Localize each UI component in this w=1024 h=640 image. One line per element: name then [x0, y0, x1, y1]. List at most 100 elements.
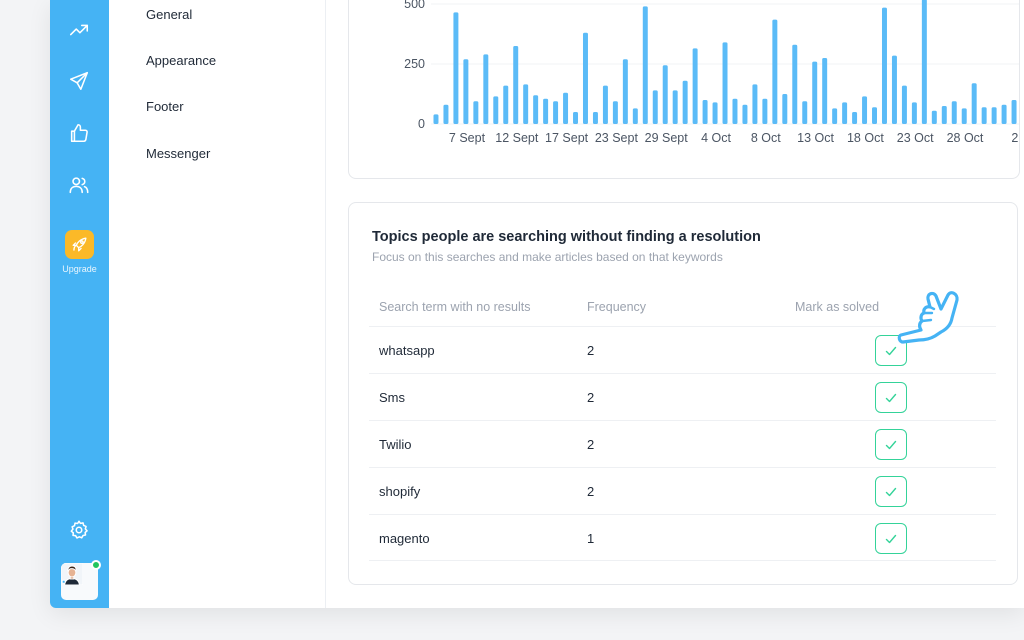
- menu-item-messenger[interactable]: Messenger: [146, 146, 210, 161]
- chart-bar: [453, 12, 459, 124]
- chart-bar: [483, 54, 489, 124]
- mark-solved-checkbox[interactable]: [875, 523, 907, 554]
- menu-item-appearance[interactable]: Appearance: [146, 53, 216, 68]
- search-term: Sms: [379, 390, 405, 405]
- frequency-value: 1: [587, 531, 595, 546]
- chart-bar: [463, 59, 469, 124]
- chart-bar: [503, 85, 509, 124]
- chart-bar: [722, 42, 728, 124]
- menu-item-general[interactable]: General: [146, 7, 192, 22]
- chart-bar: [881, 7, 887, 125]
- chart-bar: [782, 94, 788, 124]
- chart-x-tick-label: 23 Sept: [595, 131, 639, 145]
- chart-bar: [712, 102, 718, 124]
- chart-bar: [891, 55, 897, 124]
- chart-bar: [802, 101, 808, 124]
- chart-bar: [662, 65, 668, 124]
- searches-chart-card: 0 250 500 7 Sept 12 Sept 17 Sept 23 Sept 29 Sep…: [348, 0, 1020, 179]
- chart-bar: [1001, 104, 1007, 124]
- chart-bar: [752, 84, 758, 124]
- topics-card: Topics people are searching without find…: [348, 202, 1018, 585]
- chart-bar: [553, 101, 559, 124]
- table-row: shopify 2: [369, 467, 996, 514]
- chart-bar: [702, 100, 708, 124]
- chart-bar: [642, 6, 648, 124]
- check-icon: [885, 534, 897, 544]
- chart-bar: [592, 112, 598, 124]
- chart-bar: [433, 114, 439, 124]
- upgrade-button[interactable]: [65, 230, 94, 259]
- frequency-value: 2: [587, 484, 595, 499]
- rocket-icon: [72, 237, 87, 252]
- chart-bar: [921, 0, 927, 124]
- mark-solved-checkbox[interactable]: [875, 382, 907, 413]
- send-icon[interactable]: [68, 70, 90, 92]
- search-term: whatsapp: [379, 343, 435, 358]
- chart-bar: [812, 61, 818, 124]
- chart-x-tick-label: 13 Oct: [797, 131, 834, 145]
- search-term: shopify: [379, 484, 421, 499]
- chart-bar: [523, 84, 529, 124]
- frequency-value: 2: [587, 390, 595, 405]
- chart-bar: [672, 90, 678, 124]
- chart-bar: [602, 85, 608, 124]
- upgrade-label: Upgrade: [62, 264, 97, 274]
- chart-bar: [951, 101, 957, 124]
- chart-y-tick-label: 500: [404, 0, 425, 11]
- chart-bar: [443, 104, 449, 124]
- users-icon[interactable]: [68, 174, 90, 196]
- chart-bar: [732, 98, 738, 124]
- check-icon: [885, 393, 897, 403]
- chart-bar: [842, 102, 848, 124]
- chart-bar: [533, 95, 539, 124]
- chart-x-tick-label: 29 Sept: [645, 131, 689, 145]
- chart-bar: [911, 102, 917, 124]
- chart-bar: [513, 46, 519, 124]
- chart-bar: [692, 48, 698, 124]
- frequency-value: 2: [587, 437, 595, 452]
- settings-icon[interactable]: [68, 519, 90, 541]
- mark-solved-checkbox[interactable]: [875, 429, 907, 460]
- chart-x-tick-label: 7 Sept: [449, 131, 486, 145]
- chart-bar: [872, 107, 877, 124]
- chart-x-tick-label: 18 Oct: [847, 131, 884, 145]
- chart-bar: [573, 112, 579, 124]
- table-row: Sms 2: [369, 373, 996, 420]
- chart-bar: [931, 110, 937, 124]
- mark-solved-checkbox[interactable]: [875, 476, 907, 507]
- menu-item-footer[interactable]: Footer: [146, 99, 184, 114]
- check-icon: [885, 487, 897, 497]
- online-status-dot: [91, 560, 101, 570]
- chart-bar: [971, 83, 977, 124]
- chart-bar: [792, 44, 798, 124]
- chart-x-tick-label: 4 Oct: [701, 131, 731, 145]
- table-row: Twilio 2: [369, 420, 996, 467]
- chart-bar: [563, 92, 569, 124]
- column-header-frequency: Frequency: [587, 300, 647, 314]
- chart-bar: [652, 90, 658, 124]
- chart-bar: [822, 58, 828, 124]
- column-header-mark-as-solved: Mark as solved: [795, 300, 880, 314]
- trending-up-icon[interactable]: [68, 19, 90, 41]
- chart-bar: [493, 96, 499, 124]
- chart-x-tick-label: 23 Oct: [897, 131, 934, 145]
- chart-bar: [852, 112, 858, 124]
- chart-bar: [632, 108, 638, 124]
- check-icon: [885, 440, 897, 450]
- thumbs-up-icon[interactable]: [68, 122, 90, 144]
- search-term: Twilio: [379, 437, 412, 452]
- chart-bar: [543, 98, 549, 124]
- search-term: magento: [379, 531, 430, 546]
- chart-bar: [961, 108, 967, 124]
- column-header-search-term: Search term with no results: [379, 300, 531, 314]
- topics-subtitle: Focus on this searches and make articles…: [372, 250, 723, 264]
- chart-bar: [862, 96, 868, 124]
- chart-bar: [941, 106, 947, 124]
- chart-bar: [582, 32, 588, 124]
- chart-bar: [1011, 100, 1017, 124]
- chart-bar: [622, 59, 628, 124]
- chart-bar: [981, 107, 987, 124]
- chart-bar: [991, 107, 997, 124]
- chart-y-tick-label: 250: [404, 57, 425, 71]
- searches-bar-chart: 0 250 500 7 Sept 12 Sept 17 Sept 23 Sept 29 Sep…: [404, 0, 1019, 145]
